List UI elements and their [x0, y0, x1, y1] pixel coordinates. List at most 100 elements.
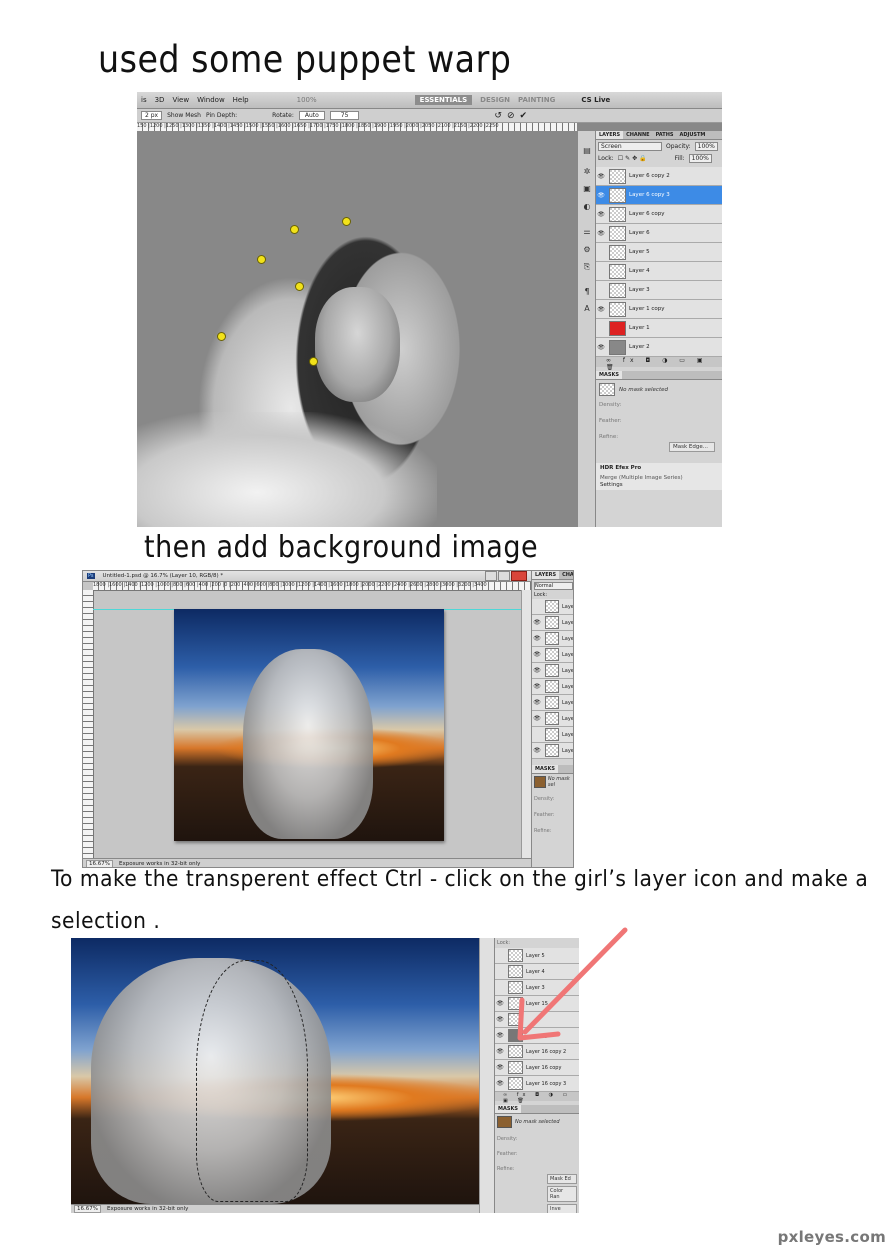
layer-row[interactable]: Layer 3 [596, 281, 722, 300]
layer-thumbnail[interactable] [545, 664, 559, 677]
eye-icon[interactable]: 👁 [495, 1080, 505, 1087]
layer-thumbnail[interactable] [609, 263, 626, 279]
show-mesh-checkbox[interactable]: Show Mesh [167, 112, 201, 119]
mask-edge-button[interactable]: Mask Edge... [669, 442, 715, 452]
layer-row[interactable]: Layer 4 [596, 262, 722, 281]
menu-item-window[interactable]: Window [197, 96, 225, 104]
layer-row[interactable]: 👁 Laye [532, 695, 573, 711]
tab-adjustments[interactable]: ADJUSTM [676, 131, 708, 139]
character-icon[interactable]: A [581, 303, 593, 314]
eye-icon[interactable]: 👁 [532, 699, 542, 706]
eye-icon[interactable]: 👁 [532, 635, 542, 642]
opacity-field[interactable]: 100% [694, 142, 718, 151]
rotate-mode-select[interactable]: Auto [298, 111, 325, 120]
reset-icon[interactable]: ↺ [494, 111, 502, 121]
close-button[interactable] [511, 571, 527, 581]
swatches-icon[interactable]: ▣ [581, 183, 593, 194]
layer-thumbnail[interactable] [609, 282, 626, 298]
layer-thumbnail[interactable] [508, 1061, 523, 1074]
hdr-efex-title[interactable]: HDR Efex Pro [600, 465, 718, 471]
layer-row[interactable]: 👁 Layer 1 copy [596, 300, 722, 319]
layer-name[interactable]: Laye [562, 668, 573, 674]
blend-mode-select[interactable]: Normal [534, 582, 573, 590]
expansion-field[interactable]: 2 px [141, 111, 163, 120]
layer-name[interactable]: Laye [562, 604, 573, 610]
layer-row[interactable]: 👁 Laye [532, 615, 573, 631]
fill-field[interactable]: 100% [688, 154, 712, 163]
layer-name[interactable]: Layer 6 [629, 230, 650, 236]
workspace-painting[interactable]: PAINTING [518, 96, 555, 104]
layer-row[interactable]: 👁 Layer 16 copy [495, 1060, 579, 1076]
layer-thumbnail[interactable] [609, 168, 626, 184]
color-range-button[interactable]: Color Ran [547, 1186, 577, 1202]
layer-thumbnail[interactable] [609, 206, 626, 222]
layers-footer-icons[interactable]: ∞ fx ◘ ◑ ▭ ▣ 🗑 [495, 1092, 579, 1104]
layer-name[interactable]: Layer 3 [629, 287, 650, 293]
tab-channels[interactable]: CHANNE [559, 571, 573, 579]
layer-thumbnail[interactable] [545, 744, 559, 757]
tab-layers[interactable]: LAYERS [532, 571, 560, 579]
layer-name[interactable]: Laye [562, 748, 573, 754]
layer-name[interactable]: Layer 6 copy [629, 211, 664, 217]
layer-name[interactable]: Laye [562, 716, 573, 722]
eye-icon[interactable]: 👁 [596, 211, 606, 218]
layer-row[interactable]: 👁 Layer 2 [596, 338, 722, 357]
hdr-settings[interactable]: Settings [600, 482, 718, 488]
eye-icon[interactable]: 👁 [532, 747, 542, 754]
eye-icon[interactable]: 👁 [532, 619, 542, 626]
eye-icon[interactable]: 👁 [532, 651, 542, 658]
layer-thumbnail[interactable] [508, 1077, 523, 1090]
layer-row[interactable]: 👁 Laye [532, 743, 573, 759]
layer-name[interactable]: Laye [562, 732, 573, 738]
layer-row[interactable]: Laye [532, 727, 573, 743]
layer-row[interactable]: 👁 Laye [532, 631, 573, 647]
eye-icon[interactable]: 👁 [596, 192, 606, 199]
eye-icon[interactable]: 👁 [495, 1064, 505, 1071]
workspace-design[interactable]: DESIGN [480, 96, 510, 104]
layer-thumbnail[interactable] [609, 320, 626, 336]
eye-icon[interactable]: 👁 [596, 306, 606, 313]
eye-icon[interactable]: 👁 [596, 173, 606, 180]
layer-thumbnail[interactable] [609, 225, 626, 241]
layer-thumbnail[interactable] [545, 680, 559, 693]
layer-row[interactable]: Laye [532, 599, 573, 615]
menu-item-view[interactable]: View [172, 96, 189, 104]
rotate-value-field[interactable]: 75 [329, 111, 360, 120]
scrollbar-vertical[interactable] [479, 938, 494, 1213]
clone-icon[interactable]: ⎘ [581, 261, 593, 272]
adjust-icon[interactable]: ◐ [581, 201, 593, 212]
layer-row[interactable]: Layer 1 [596, 319, 722, 338]
layer-name[interactable]: Layer 6 copy 2 [629, 173, 670, 179]
layer-name[interactable]: Layer 6 copy 3 [629, 192, 670, 198]
layer-name[interactable]: Layer 1 copy [629, 306, 664, 312]
layer-name[interactable]: Layer 2 [629, 344, 650, 350]
menu-item[interactable]: is [141, 96, 147, 104]
layer-thumbnail[interactable] [609, 301, 626, 317]
mask-edge-button[interactable]: Mask Ed [547, 1174, 577, 1184]
zoom-readout[interactable]: 16.67% [74, 1205, 101, 1213]
layer-row[interactable]: 👁 Laye [532, 711, 573, 727]
layer-thumbnail[interactable] [545, 632, 559, 645]
layer-name[interactable]: Layer 4 [629, 268, 650, 274]
layer-row[interactable]: 👁 Layer 16 copy 3 [495, 1076, 579, 1092]
layer-name[interactable]: Layer 5 [629, 249, 650, 255]
puppet-pin[interactable] [342, 217, 351, 226]
zoom-readout[interactable]: 100% [297, 96, 317, 104]
history-icon[interactable]: ▤ [581, 145, 593, 156]
puppet-pin[interactable] [257, 255, 266, 264]
layer-row-selected[interactable]: 👁 Layer 6 copy 3 [596, 186, 722, 205]
layer-name[interactable]: Layer 16 copy [526, 1065, 561, 1071]
layer-thumbnail[interactable] [609, 339, 626, 355]
minimize-button[interactable] [485, 571, 497, 581]
tab-paths[interactable]: PATHS [653, 131, 677, 139]
paragraph-icon[interactable]: ¶ [581, 286, 593, 297]
layer-name[interactable]: Laye [562, 620, 573, 626]
styles-icon[interactable]: ⚙ [581, 244, 593, 255]
hdr-efex-merge[interactable]: Merge (Multiple Image Series) [600, 475, 718, 481]
masks-title[interactable]: MASKS [495, 1105, 521, 1113]
layer-thumbnail[interactable] [609, 244, 626, 260]
blend-mode-select[interactable]: Screen [598, 142, 662, 151]
eye-icon[interactable]: 👁 [596, 230, 606, 237]
restore-button[interactable] [498, 571, 510, 581]
layer-name[interactable]: Laye [562, 700, 573, 706]
